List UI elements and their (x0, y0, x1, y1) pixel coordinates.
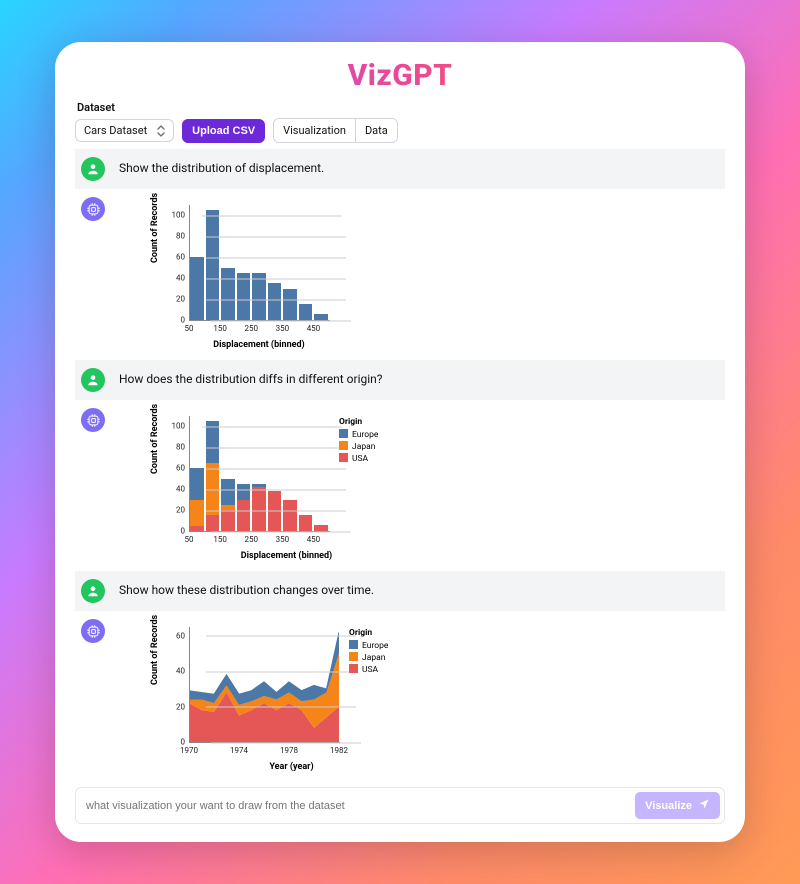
visualize-button[interactable]: Visualize (635, 792, 720, 819)
input-bar: Visualize (75, 787, 725, 824)
toolbar: Cars Dataset Upload CSV Visualization Da… (75, 118, 725, 143)
chart-container: Count of RecordsDisplacement (binned)020… (119, 197, 333, 352)
chart-container: Count of RecordsDisplacement (binned)020… (119, 408, 388, 563)
message-text: Show the distribution of displacement. (119, 157, 324, 175)
conversation: Show the distribution of displacement. Co… (75, 149, 725, 787)
user-avatar-icon (81, 157, 105, 181)
send-icon (698, 798, 710, 813)
user-avatar-icon (81, 368, 105, 392)
dataset-label: Dataset (77, 101, 725, 114)
assistant-avatar-icon (81, 197, 105, 221)
visualize-label: Visualize (645, 800, 692, 812)
view-toggle: Visualization Data (273, 118, 398, 143)
tab-visualization[interactable]: Visualization (274, 119, 355, 142)
assistant-message: Count of RecordsDisplacement (binned)020… (75, 189, 725, 360)
upload-csv-button[interactable]: Upload CSV (182, 119, 265, 143)
app-card: VizGPT Dataset Cars Dataset Upload CSV V… (55, 42, 745, 842)
app-title: VizGPT (75, 58, 725, 93)
chart: Count of RecordsYear (year)0204060197019… (159, 623, 398, 772)
chevron-updown-icon (157, 125, 165, 137)
user-message: How does the distribution diffs in diffe… (75, 360, 725, 400)
user-avatar-icon (81, 579, 105, 603)
chart: Count of RecordsDisplacement (binned)020… (159, 201, 333, 350)
tab-data[interactable]: Data (355, 119, 397, 142)
assistant-message: Count of RecordsYear (year)0204060197019… (75, 611, 725, 782)
prompt-input[interactable] (86, 795, 625, 817)
chart: Count of RecordsDisplacement (binned)020… (159, 412, 388, 561)
message-text: How does the distribution diffs in diffe… (119, 368, 382, 386)
assistant-message: Count of RecordsDisplacement (binned)020… (75, 400, 725, 571)
assistant-avatar-icon (81, 408, 105, 432)
assistant-avatar-icon (81, 619, 105, 643)
legend: OriginEuropeJapanUSA (339, 416, 378, 465)
legend: OriginEuropeJapanUSA (349, 627, 388, 676)
dataset-select[interactable]: Cars Dataset (75, 119, 174, 142)
message-text: Show how these distribution changes over… (119, 579, 374, 597)
user-message: Show how these distribution changes over… (75, 571, 725, 611)
chart-container: Count of RecordsYear (year)0204060197019… (119, 619, 398, 774)
user-message: Show the distribution of displacement. (75, 149, 725, 189)
dataset-value: Cars Dataset (84, 124, 147, 137)
